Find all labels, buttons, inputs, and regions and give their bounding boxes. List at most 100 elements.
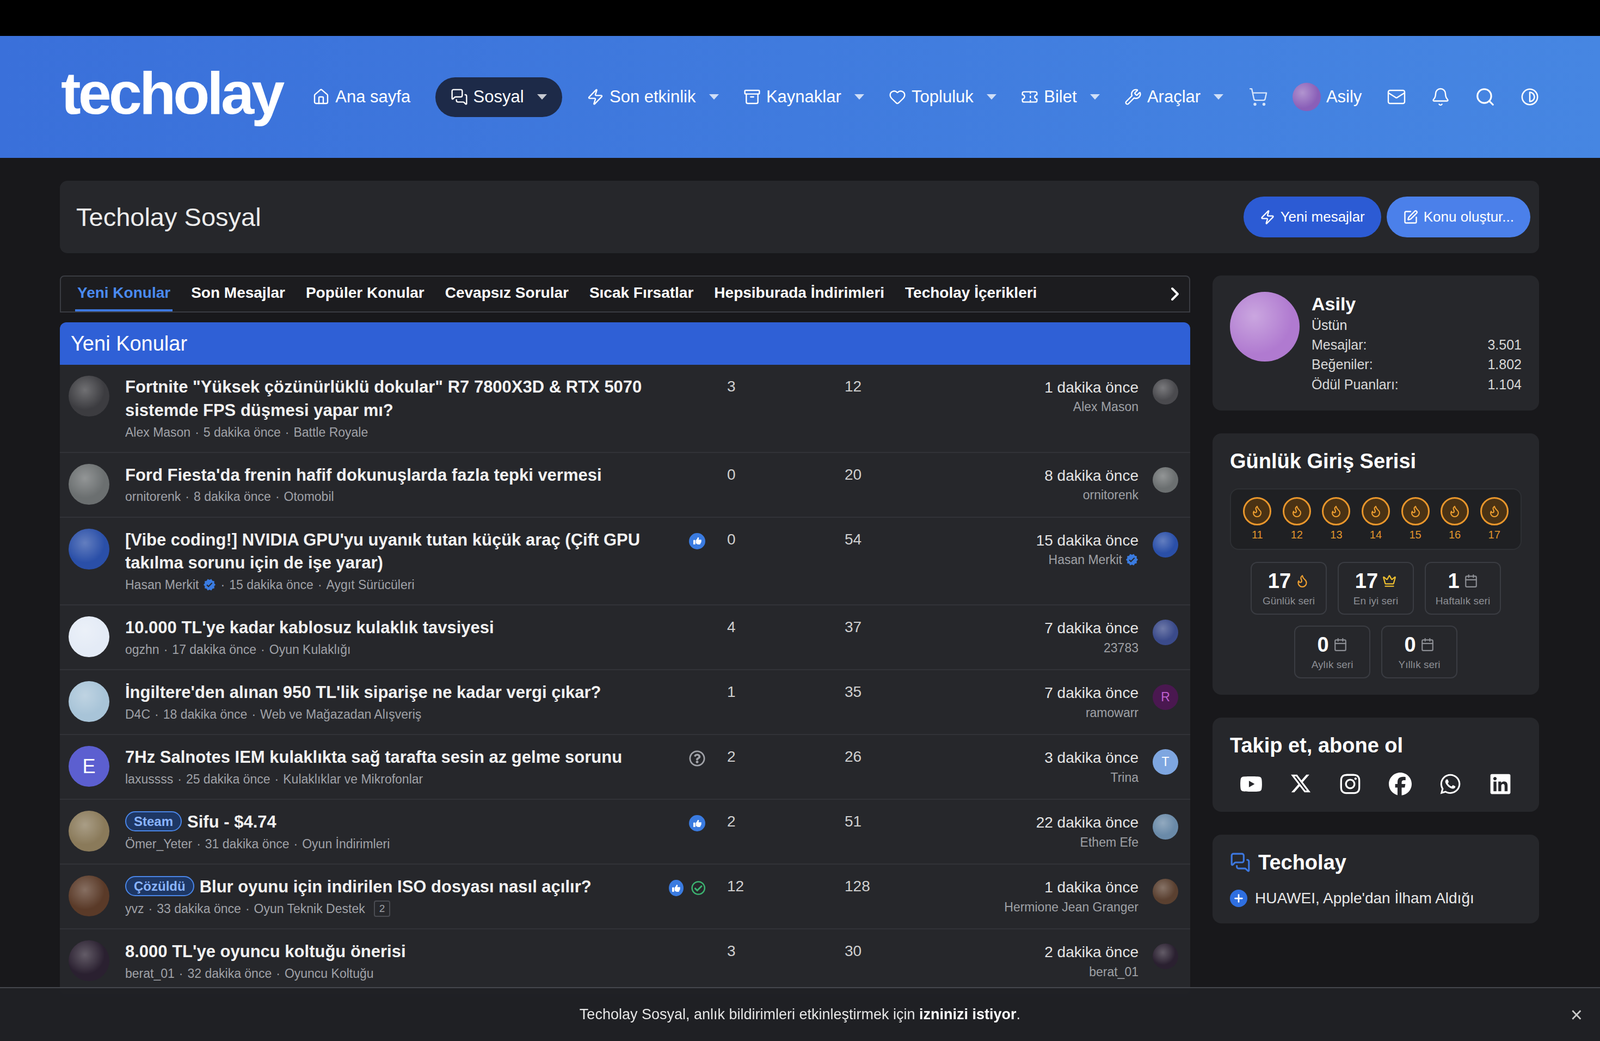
user-menu[interactable]: Asily <box>1292 82 1362 112</box>
author-name[interactable]: Ömer_Yeter <box>125 834 193 853</box>
last-time[interactable]: 7 dakika önce <box>942 618 1139 638</box>
caret-icon[interactable] <box>854 94 865 100</box>
author-name[interactable]: Alex Mason <box>125 423 191 441</box>
facebook-link[interactable] <box>1388 772 1412 796</box>
theme-icon[interactable] <box>1520 87 1540 107</box>
author-name[interactable]: D4C <box>125 705 151 723</box>
last-time[interactable]: 1 dakika önce <box>942 377 1139 398</box>
last-user[interactable]: Hasan Merkit <box>942 550 1139 570</box>
last-time[interactable]: 2 dakika önce <box>942 942 1139 962</box>
thread-title[interactable]: [Vibe coding!] NVIDIA GPU'yu uyanık tuta… <box>125 528 669 576</box>
author-name[interactable]: ogzhn <box>125 640 160 658</box>
last-user-avatar[interactable] <box>1152 813 1179 840</box>
author-name[interactable]: Hasan Merkit <box>125 575 199 594</box>
mail-icon[interactable] <box>1386 87 1407 107</box>
last-user-avatar[interactable]: R <box>1152 684 1179 710</box>
youtube-link[interactable] <box>1239 772 1263 796</box>
last-user[interactable]: Alex Mason <box>942 397 1139 417</box>
thread-row[interactable]: E 7Hz Salnotes IEM kulaklıkta sağ tarafta… <box>59 734 1191 800</box>
thread-row[interactable]: 10.000 TL'ye kadar kablosuz kulaklık tav… <box>59 605 1191 670</box>
tab[interactable]: Son Mesajlar <box>188 276 288 312</box>
linkedin-link[interactable] <box>1488 772 1512 796</box>
forum-name[interactable]: Aygıt Sürücüleri <box>326 575 415 594</box>
author-avatar[interactable] <box>68 939 110 981</box>
tab-scroll-button[interactable] <box>1160 276 1190 312</box>
forum-name[interactable]: Battle Royale <box>293 423 368 441</box>
author-name[interactable]: laxussss <box>125 770 174 788</box>
cart-icon[interactable] <box>1248 87 1269 107</box>
author-avatar[interactable] <box>68 375 110 417</box>
thread-row[interactable]: İngiltere'den alınan 950 TL'lik siparişe… <box>59 669 1191 735</box>
author-avatar[interactable] <box>68 680 110 722</box>
tab[interactable]: Yeni Konular <box>75 276 173 312</box>
tab[interactable]: Sıcak Fırsatlar <box>587 276 696 312</box>
last-time[interactable]: 8 dakika önce <box>942 465 1139 486</box>
thread-row[interactable]: 8.000 TL'ye oyuncu koltuğu önerisi berat_… <box>59 928 1191 994</box>
close-button[interactable]: × <box>1565 1000 1589 1029</box>
thread-title[interactable]: 10.000 TL'ye kadar kablosuz kulaklık tav… <box>125 616 669 640</box>
author-name[interactable]: yvz <box>125 899 145 918</box>
caret-icon[interactable] <box>986 94 997 100</box>
thread-row[interactable]: ÇözüldüBlur oyunu için indirilen ISO dos… <box>59 864 1191 929</box>
action-button[interactable]: Yeni mesajlar <box>1243 196 1382 238</box>
last-user[interactable]: ornitorenk <box>942 485 1139 505</box>
author-name[interactable]: ornitorenk <box>125 487 181 506</box>
author-avatar[interactable] <box>68 810 110 852</box>
nav-item[interactable]: Araçlar <box>1124 77 1224 118</box>
author-avatar[interactable] <box>68 616 110 657</box>
author-avatar[interactable]: E <box>68 745 110 787</box>
search-icon[interactable] <box>1474 86 1496 108</box>
last-time[interactable]: 15 dakika önce <box>942 530 1139 551</box>
notice-link[interactable]: izninizi istiyor <box>919 1005 1017 1023</box>
thread-row[interactable]: Fortnite "Yüksek çözünürlüklü dokular" R… <box>59 364 1191 453</box>
prefix-badge[interactable]: Çözüldü <box>125 875 195 896</box>
last-user-avatar[interactable]: T <box>1152 748 1179 775</box>
nav-item[interactable]: Sosyal <box>435 77 563 118</box>
tab[interactable]: Popüler Konular <box>303 276 427 312</box>
last-user-avatar[interactable] <box>1152 943 1179 969</box>
forum-name[interactable]: Oyun Kulaklığı <box>269 640 352 658</box>
logo[interactable]: techolay <box>60 63 282 131</box>
forum-name[interactable]: Kulaklıklar ve Mikrofonlar <box>282 770 423 788</box>
x-link[interactable] <box>1289 772 1312 796</box>
last-user[interactable]: ramowarr <box>942 703 1139 723</box>
thread-title[interactable]: Fortnite "Yüksek çözünürlüklü dokular" R… <box>125 375 669 423</box>
last-user-avatar[interactable] <box>1152 531 1179 558</box>
nav-item[interactable]: Topluluk <box>888 77 997 118</box>
thread-title[interactable]: 8.000 TL'ye oyuncu koltuğu önerisi <box>125 939 669 964</box>
thread-title[interactable]: 7Hz Salnotes IEM kulaklıkta sağ tarafta … <box>125 745 669 769</box>
last-user-avatar[interactable] <box>1152 466 1179 493</box>
tab[interactable]: Hepsiburada İndirimleri <box>711 276 887 312</box>
action-button[interactable]: Konu oluştur... <box>1386 196 1531 238</box>
thread-row[interactable]: Ford Fiesta'da frenin hafif dokunuşlarda… <box>59 452 1191 518</box>
last-user[interactable]: berat_01 <box>942 962 1139 982</box>
prefix-badge[interactable]: Steam <box>125 810 182 832</box>
forum-name[interactable]: Oyun İndirimleri <box>302 834 390 853</box>
last-user[interactable]: Ethem Efe <box>942 832 1139 852</box>
feed-item[interactable]: HUAWEI, Apple'dan İlham Aldığı <box>1229 889 1522 907</box>
nav-item[interactable]: Ana sayfa <box>312 77 411 118</box>
caret-icon[interactable] <box>709 94 719 100</box>
author-avatar[interactable] <box>68 875 110 916</box>
last-time[interactable]: 3 dakika önce <box>942 747 1139 768</box>
bell-icon[interactable] <box>1430 87 1451 107</box>
forum-name[interactable]: Web ve Mağazadan Alışveriş <box>260 705 422 723</box>
author-avatar[interactable] <box>68 528 110 570</box>
last-user-avatar[interactable] <box>1152 619 1179 645</box>
thread-row[interactable]: [Vibe coding!] NVIDIA GPU'yu uyanık tuta… <box>59 517 1191 606</box>
forum-name[interactable]: Otomobil <box>284 487 335 506</box>
thread-title[interactable]: ÇözüldüBlur oyunu için indirilen ISO dos… <box>125 875 669 899</box>
thread-title[interactable]: SteamSifu - $4.74 <box>125 810 669 834</box>
thread-title[interactable]: İngiltere'den alınan 950 TL'lik siparişe… <box>125 680 669 705</box>
caret-icon[interactable] <box>537 94 547 100</box>
caret-icon[interactable] <box>1213 94 1224 100</box>
nav-item[interactable]: Bilet <box>1020 77 1100 118</box>
thread-row[interactable]: SteamSifu - $4.74Ömer_Yeter·31 dakika ön… <box>59 799 1191 865</box>
profile-avatar[interactable] <box>1229 291 1300 362</box>
profile-name[interactable]: Asily <box>1311 291 1522 316</box>
forum-name[interactable]: Oyun Teknik Destek <box>254 899 366 918</box>
nav-item[interactable]: Kaynaklar <box>743 77 865 118</box>
last-user[interactable]: Trina <box>942 767 1139 787</box>
last-time[interactable]: 1 dakika önce <box>942 877 1139 897</box>
last-user[interactable]: Hermione Jean Granger <box>942 897 1139 917</box>
